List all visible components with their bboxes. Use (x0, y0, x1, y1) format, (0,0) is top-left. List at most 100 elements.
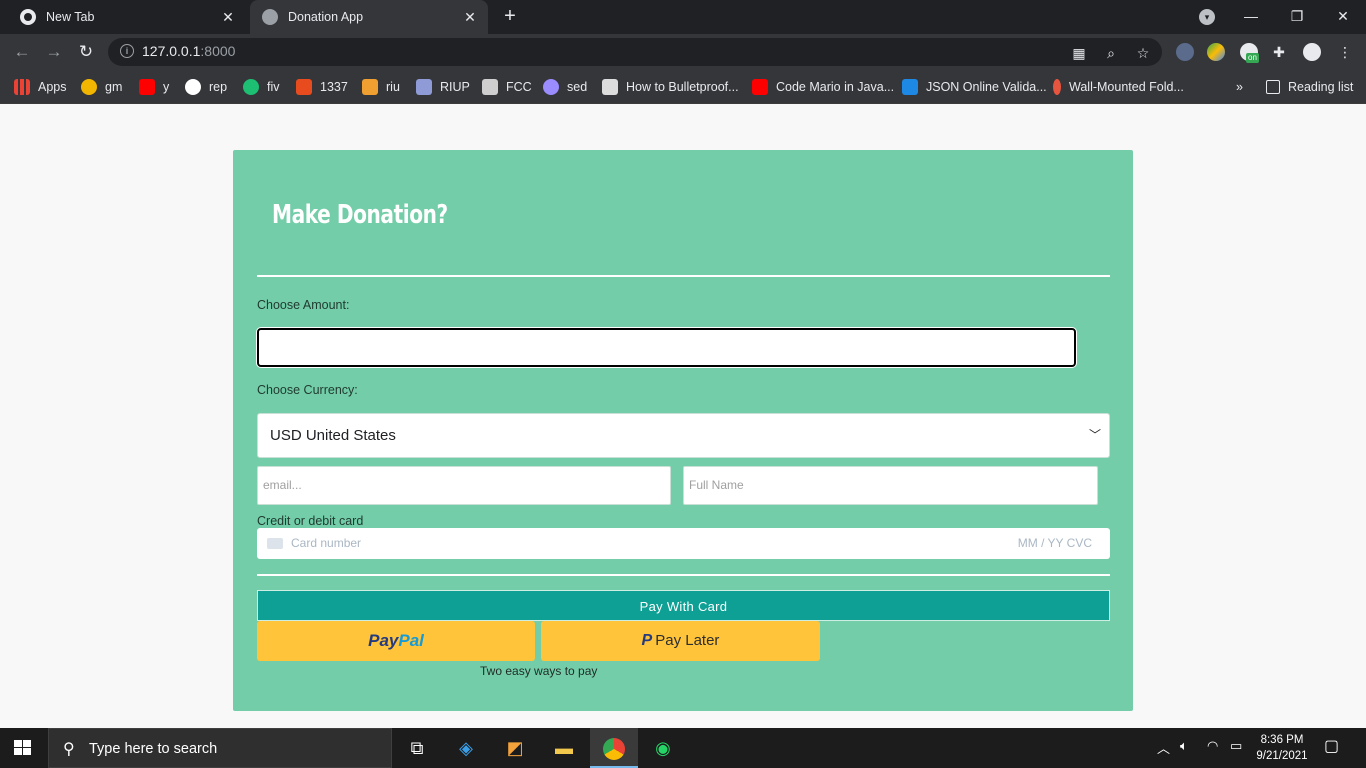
currency-selected-value: USD United States (270, 427, 396, 444)
new-tab-button[interactable]: + (498, 5, 522, 29)
url-text[interactable]: 127.0.0.1:8000 (142, 43, 235, 59)
fiverr-icon (243, 79, 259, 95)
amount-input[interactable] (257, 328, 1076, 367)
browser-tab-bar: New Tab ✕ Donation App ✕ + ▾ — ❐ ✕ (0, 0, 1366, 34)
email-field[interactable]: email... (257, 466, 671, 505)
windows-start-icon[interactable] (14, 740, 32, 756)
bookmark-fcc[interactable]: FCC (482, 77, 532, 97)
full-name-field[interactable]: Full Name (683, 466, 1098, 505)
taskbar-search-box[interactable]: ⚲ Type here to search (48, 728, 392, 768)
bookmark-y[interactable]: y (139, 77, 169, 97)
clock-date: 9/21/2021 (1256, 750, 1308, 762)
chevron-down-icon: ﹀ (1088, 428, 1101, 442)
amount-label: Choose Amount: (257, 298, 350, 312)
profile-avatar-icon[interactable] (1303, 43, 1321, 61)
more-bookmarks-button[interactable]: » (1236, 77, 1243, 97)
globe-icon (262, 9, 278, 25)
tab-title: New Tab (46, 10, 95, 24)
1337-icon (296, 79, 312, 95)
avatar-icon (602, 79, 618, 95)
bookmark-wall-mounted[interactable]: Wall-Mounted Fold... (1053, 77, 1184, 97)
back-icon[interactable]: ← (10, 40, 34, 64)
reading-list-button[interactable]: Reading list (1266, 77, 1353, 97)
donation-card: Make Donation? Choose Amount: Choose Cur… (233, 150, 1133, 711)
extension-robot-icon[interactable] (1176, 43, 1194, 61)
windows-taskbar: ⚲ Type here to search ⧉ ◈ ◩ ▬ ◉ ︿ 🔈︎ ◠ ▭… (0, 728, 1366, 768)
card-label: Credit or debit card (257, 514, 364, 528)
paypal-button[interactable]: PayPal (257, 621, 535, 661)
reload-icon[interactable]: ↻ (74, 40, 98, 64)
card-number-placeholder: Card number (291, 536, 362, 550)
task-view-icon[interactable]: ⧉ (393, 728, 441, 768)
app-icon[interactable]: ◩ (491, 728, 539, 768)
youtube-icon (752, 79, 768, 95)
extensions-puzzle-icon[interactable]: ✚ (1270, 43, 1288, 61)
tab-search-icon[interactable]: ▾ (1199, 9, 1215, 25)
battery-icon[interactable]: ▭ (1230, 738, 1242, 754)
chevron-up-icon[interactable]: ︿ (1157, 738, 1170, 757)
reading-list-icon (1266, 80, 1280, 94)
address-bar[interactable]: i 127.0.0.1:8000 ▦ ⌕ ☆ (108, 38, 1162, 66)
paypal-pay-later-button[interactable]: P Pay Later (541, 621, 820, 661)
divider (257, 275, 1110, 277)
bookmark-json-validator[interactable]: JSON Online Valida... (902, 77, 1047, 97)
fcc-icon (482, 79, 498, 95)
whatsapp-icon[interactable]: ◉ (639, 728, 687, 768)
bookmark-rep[interactable]: rep (185, 77, 227, 97)
notifications-icon[interactable]: ▢ (1324, 736, 1339, 756)
qr-code-icon[interactable]: ▦ (1070, 44, 1088, 62)
riu-icon (362, 79, 378, 95)
card-expiry-cvc-placeholder: MM / YY CVC (1017, 536, 1092, 550)
bookmark-gm[interactable]: gm (81, 77, 122, 97)
bookmark-1337[interactable]: 1337 (296, 77, 348, 97)
close-tab-icon[interactable]: ✕ (216, 9, 240, 26)
vscode-icon[interactable]: ◈ (442, 728, 490, 768)
json-icon (902, 79, 918, 95)
file-explorer-icon[interactable]: ▬ (540, 728, 588, 768)
speaker-icon[interactable]: 🔈︎ (1180, 738, 1188, 754)
site-info-icon[interactable]: i (120, 44, 134, 58)
menu-kebab-icon[interactable]: ⋮ (1336, 43, 1354, 61)
close-tab-icon[interactable]: ✕ (458, 9, 482, 26)
bookmark-riup[interactable]: RIUP (416, 77, 470, 97)
close-window-button[interactable]: ✕ (1320, 0, 1366, 34)
chrome-icon (20, 9, 36, 25)
minimize-button[interactable]: — (1228, 0, 1274, 34)
pay-with-card-button[interactable]: Pay With Card (257, 590, 1110, 621)
apps-grid-icon (14, 79, 30, 95)
bookmark-riu[interactable]: riu (362, 77, 400, 97)
tab-donation-app[interactable]: Donation App ✕ (250, 0, 488, 34)
wifi-icon[interactable]: ◠ (1207, 738, 1218, 754)
clock-time: 8:36 PM (1260, 734, 1304, 746)
forward-icon[interactable]: → (42, 40, 66, 64)
currency-label: Choose Currency: (257, 383, 358, 397)
tab-new-tab[interactable]: New Tab ✕ (8, 0, 246, 34)
currency-select[interactable]: USD United States ﹀ (257, 413, 1110, 458)
bookmark-apps[interactable]: Apps (14, 77, 67, 97)
credit-card-icon (267, 538, 283, 549)
rep-icon (185, 79, 201, 95)
bookmark-sed[interactable]: sed (543, 77, 587, 97)
extension-badge: on (1246, 53, 1259, 63)
extension-on-icon[interactable]: on (1240, 43, 1259, 63)
gm-icon (81, 79, 97, 95)
card-number-field[interactable]: Card number MM / YY CVC (257, 528, 1110, 559)
taskbar-clock[interactable]: 8:36 PM 9/21/2021 (1250, 732, 1314, 764)
divider (257, 574, 1110, 576)
page-content: Make Donation? Choose Amount: Choose Cur… (0, 104, 1366, 728)
sed-icon (543, 79, 559, 95)
zoom-icon[interactable]: ⌕ (1102, 44, 1120, 62)
bookmark-bulletproof[interactable]: How to Bulletproof... (602, 77, 739, 97)
chrome-taskbar-icon[interactable] (590, 728, 638, 768)
search-placeholder: Type here to search (89, 741, 218, 757)
bookmarks-bar: Apps gm y rep fiv 1337 riu RIUP FCC sed … (0, 70, 1366, 104)
extension-drive-icon[interactable] (1207, 43, 1225, 61)
bookmark-fiv[interactable]: fiv (243, 77, 280, 97)
bookmark-star-icon[interactable]: ☆ (1134, 44, 1152, 62)
paypal-icon: P (641, 632, 653, 649)
d-icon (1053, 79, 1061, 95)
browser-toolbar: ← → ↻ i 127.0.0.1:8000 ▦ ⌕ ☆ on ✚ ⋮ (0, 34, 1366, 70)
bookmark-code-mario[interactable]: Code Mario in Java... (752, 77, 894, 97)
search-icon: ⚲ (63, 741, 75, 758)
restore-button[interactable]: ❐ (1274, 0, 1320, 34)
